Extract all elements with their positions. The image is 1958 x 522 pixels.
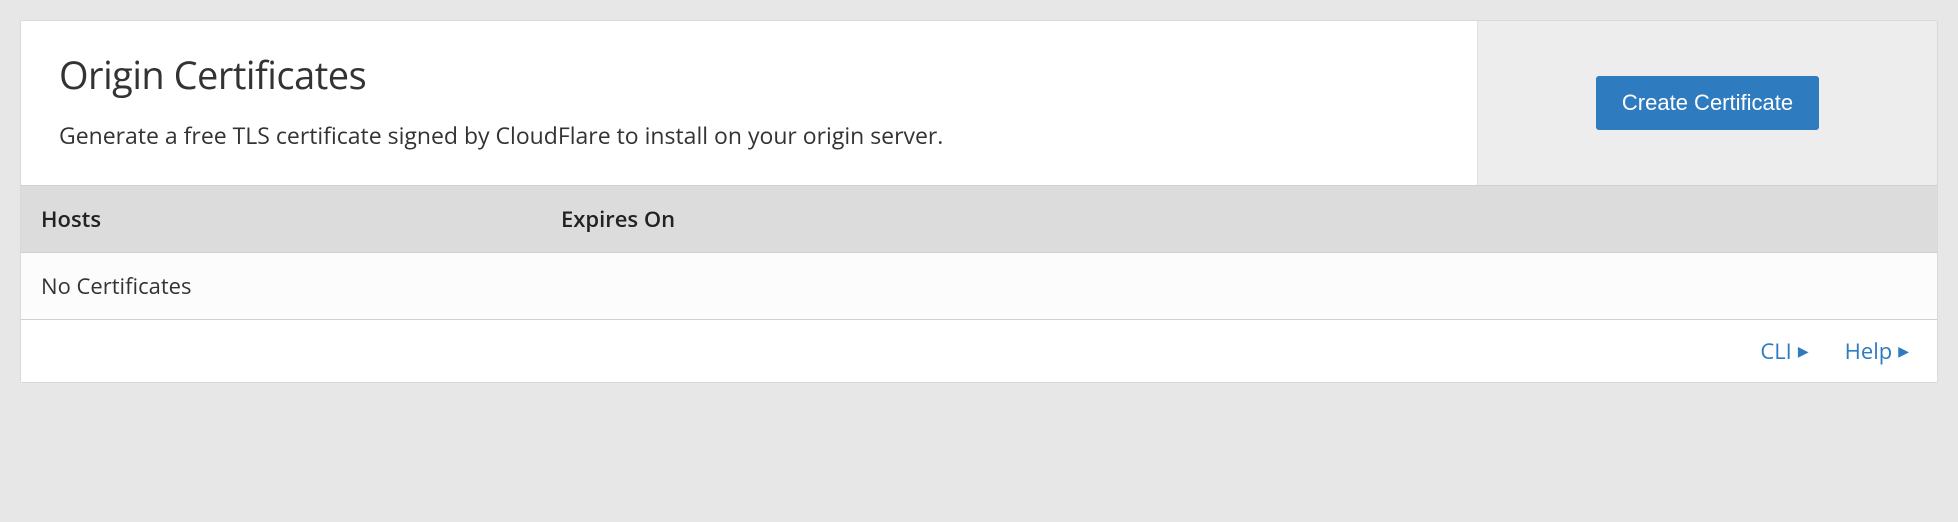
help-link-label: Help bbox=[1845, 336, 1893, 366]
origin-certificates-card: Origin Certificates Generate a free TLS … bbox=[20, 20, 1938, 383]
card-footer: CLI ▶ Help ▶ bbox=[21, 320, 1937, 382]
column-header-hosts: Hosts bbox=[41, 204, 561, 234]
empty-state-text: No Certificates bbox=[41, 271, 1917, 301]
section-title: Origin Certificates bbox=[59, 49, 1439, 101]
chevron-right-icon: ▶ bbox=[1798, 342, 1809, 361]
section-description: Generate a free TLS certificate signed b… bbox=[59, 119, 1439, 151]
cli-link-label: CLI bbox=[1760, 336, 1792, 366]
card-header-main: Origin Certificates Generate a free TLS … bbox=[21, 21, 1477, 185]
cli-link[interactable]: CLI ▶ bbox=[1760, 336, 1808, 366]
card-header: Origin Certificates Generate a free TLS … bbox=[21, 21, 1937, 185]
table-header-row: Hosts Expires On bbox=[21, 185, 1937, 253]
table-body: No Certificates bbox=[21, 253, 1937, 320]
column-header-expires-on: Expires On bbox=[561, 204, 1917, 234]
card-header-action: Create Certificate bbox=[1477, 21, 1937, 185]
chevron-right-icon: ▶ bbox=[1898, 342, 1909, 361]
create-certificate-button[interactable]: Create Certificate bbox=[1596, 76, 1819, 130]
help-link[interactable]: Help ▶ bbox=[1845, 336, 1909, 366]
